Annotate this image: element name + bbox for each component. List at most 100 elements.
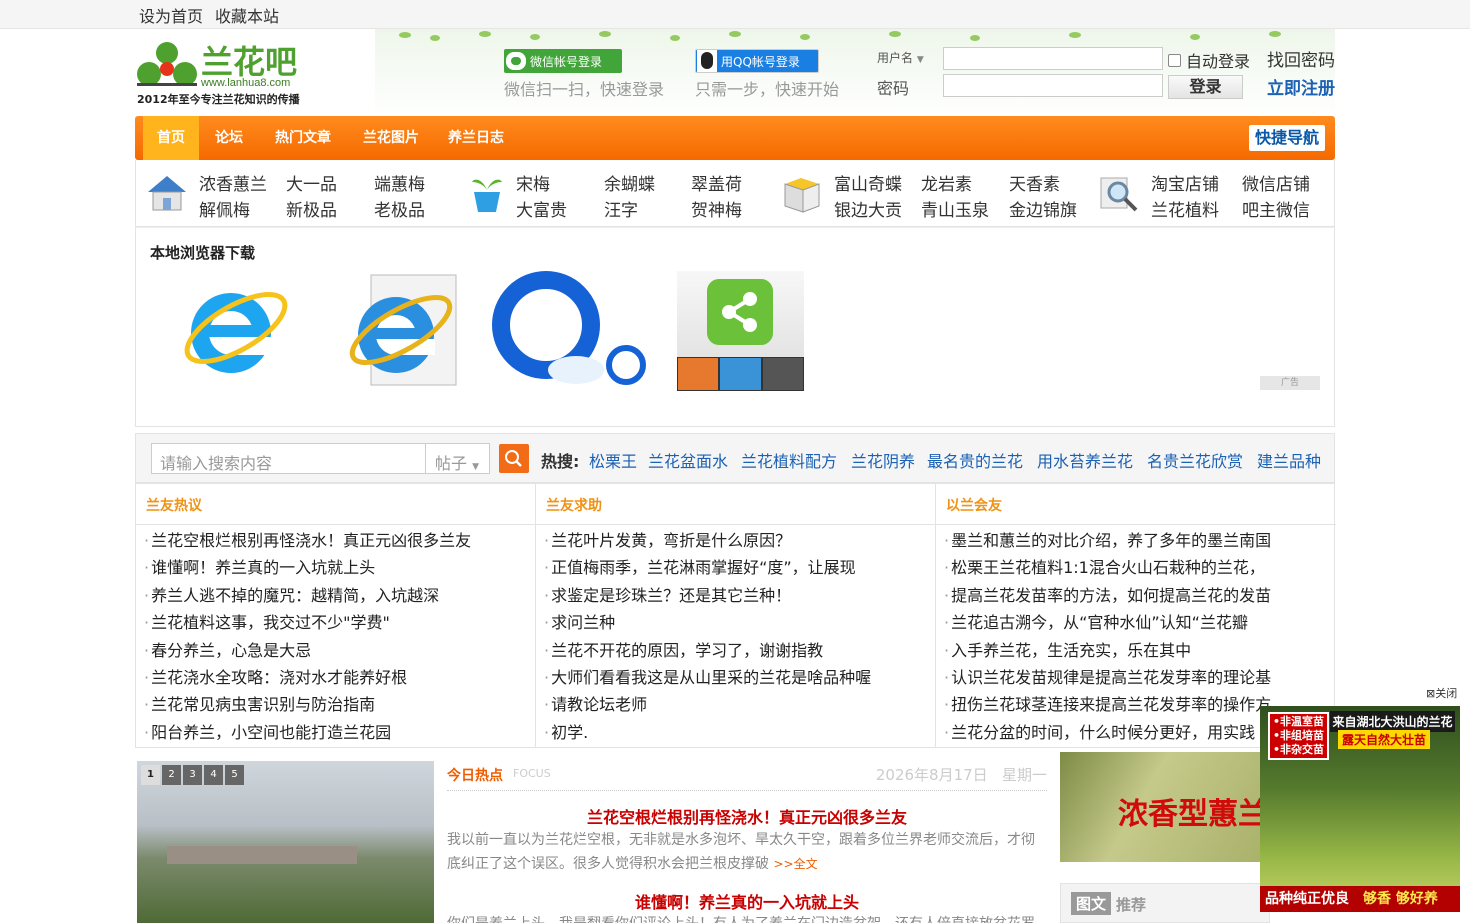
category-link[interactable]: 贺神梅 [691, 196, 742, 221]
site-logo[interactable]: 兰花吧 www.lanhua8.com 2012年至今专注兰花知识的传播 [135, 37, 310, 107]
qq-browser-icon[interactable] [491, 270, 651, 395]
register-link[interactable]: 立即注册 [1267, 74, 1335, 99]
nav-orchid-pictures[interactable]: 兰花图片 [353, 116, 429, 160]
list-item[interactable]: 兰花不开花的原因，学习了，谢谢指教 [544, 637, 935, 664]
category-link[interactable]: 吧主微信 [1242, 196, 1310, 221]
wechat-icon [506, 52, 526, 70]
list-item[interactable]: 谁懂啊！养兰真的一入坑就上头 [144, 554, 535, 581]
find-password-link[interactable]: 找回密码 [1267, 46, 1335, 71]
list-item[interactable]: 阳台养兰，小空间也能打造兰花园 [144, 719, 535, 746]
category-link[interactable]: 汪字 [604, 196, 638, 221]
nav-forum[interactable]: 论坛 [205, 116, 253, 160]
slider-page[interactable]: 5 [225, 765, 244, 785]
read-more-link[interactable]: >>全文 [773, 857, 817, 871]
qq-penguin-icon [697, 50, 717, 72]
category-link[interactable]: 大一品 [286, 170, 337, 195]
hot-keyword-link[interactable]: 松栗王 [589, 448, 637, 472]
category-link[interactable]: 微信店铺 [1242, 170, 1310, 195]
category-link[interactable]: 新极品 [286, 196, 337, 221]
hot-keyword-link[interactable]: 最名贵的兰花 [927, 448, 1023, 472]
column-title[interactable]: 以兰会友 [936, 484, 1336, 525]
category-link[interactable]: 浓香蕙兰 [199, 170, 267, 195]
list-item[interactable]: 养兰人逃不掉的魔咒：越精简，入坑越深 [144, 582, 535, 609]
list-item[interactable]: 入手养兰花，生活充实，乐在其中 [944, 637, 1336, 664]
category-link[interactable]: 淘宝店铺 [1151, 170, 1219, 195]
category-link[interactable]: 老极品 [374, 196, 425, 221]
list-item[interactable]: 兰花叶片发黄，弯折是什么原因？ [544, 527, 935, 554]
category-link[interactable]: 翠盖荷 [691, 170, 742, 195]
list-item[interactable]: 兰花植料这事，我交过不少"学费" [144, 609, 535, 636]
nav-hot-articles[interactable]: 热门文章 [265, 116, 341, 160]
list-item[interactable]: 认识兰花发苗规律是提高兰花发芽率的理论基 [944, 664, 1336, 691]
hot-keyword-link[interactable]: 建兰品种 [1257, 448, 1321, 472]
hot-keyword-link[interactable]: 兰花盆面水 [648, 448, 728, 472]
headline-link[interactable]: 谁懂啊！养兰真的一入坑就上头 [447, 889, 1047, 913]
category-link[interactable]: 龙岩素 [921, 170, 972, 195]
list-item[interactable]: 正值梅雨季，兰花淋雨掌握好“度”，让展现 [544, 554, 935, 581]
list-item[interactable]: 初学. [544, 719, 935, 746]
topic-columns: 兰友热议 兰花空根烂根别再怪浇水！真正元凶很多兰友 谁懂啊！养兰真的一入坑就上头… [135, 483, 1336, 748]
column-title[interactable]: 兰友求助 [536, 484, 935, 525]
category-link[interactable]: 富山奇蝶 [834, 170, 902, 195]
hot-keyword-link[interactable]: 兰花植料配方 [741, 448, 837, 472]
chevron-down-icon: ▼ [472, 462, 480, 472]
list-item[interactable]: 松栗王兰花植料1:1混合火山石栽种的兰花， [944, 554, 1336, 581]
category-link[interactable]: 青山玉泉 [921, 196, 989, 221]
slider-page[interactable]: 4 [204, 765, 223, 785]
username-label[interactable]: 用户名 ▼ [877, 49, 924, 66]
list-item[interactable]: 兰花浇水全攻略：浇对水才能养好根 [144, 664, 535, 691]
bookmark-link[interactable]: 收藏本站 [215, 3, 279, 27]
category-link[interactable]: 银边大贡 [834, 196, 902, 221]
featured-image[interactable]: 浓香型蕙兰 [1060, 752, 1270, 862]
hot-keyword-link[interactable]: 用水苔养兰花 [1037, 448, 1133, 472]
nav-orchid-diary[interactable]: 养兰日志 [441, 116, 511, 160]
list-item[interactable]: 兰花常见病虫害识别与防治指南 [144, 691, 535, 718]
slider-page[interactable]: 3 [183, 765, 202, 785]
ie-browser-icon[interactable] [176, 273, 291, 388]
category-link[interactable]: 金边锦旗 [1009, 196, 1077, 221]
category-link[interactable]: 解佩梅 [199, 196, 250, 221]
list-item[interactable]: 请教论坛老师 [544, 691, 935, 718]
search-button[interactable] [499, 444, 529, 473]
category-link[interactable]: 兰花植料 [1151, 196, 1219, 221]
list-item[interactable]: 兰花追古溯今，从“官种水仙”认知“兰花瓣 [944, 609, 1336, 636]
nav-home[interactable]: 首页 [143, 116, 199, 160]
slider-page[interactable]: 1 [141, 765, 160, 785]
ad-close-button[interactable]: ⊠关闭 [1426, 685, 1457, 701]
auto-login-option[interactable]: 自动登录 [1168, 48, 1250, 72]
quick-nav-button[interactable]: 快捷导航 [1248, 125, 1325, 151]
search-type-select[interactable]: 帖子 ▼ [426, 443, 490, 474]
floating-ad[interactable]: •非温室苗 •非组培苗 •非杂交苗 来自湖北大洪山的兰花 露天自然大壮苗 品种纯… [1260, 706, 1460, 912]
list-item[interactable]: 大师们看看我这是从山里采的兰花是啥品种喔 [544, 664, 935, 691]
login-submit-button[interactable]: 登录 [1168, 75, 1243, 99]
password-input[interactable] [943, 74, 1163, 97]
list-item[interactable]: 墨兰和蕙兰的对比介绍，养了多年的墨兰南国 [944, 527, 1336, 554]
wechat-login-button[interactable]: 微信帐号登录 [504, 49, 622, 73]
category-link[interactable]: 余蝴蝶 [604, 170, 655, 195]
ad-tag[interactable]: 广告 [1260, 376, 1320, 390]
slider-page[interactable]: 2 [162, 765, 181, 785]
hot-keyword-link[interactable]: 名贵兰花欣赏 [1147, 448, 1243, 472]
headline-link[interactable]: 兰花空根烂根别再怪浇水！真正元凶很多兰友 [447, 804, 1047, 828]
auto-login-checkbox[interactable] [1168, 53, 1181, 67]
hot-keyword-link[interactable]: 兰花阴养 [851, 448, 915, 472]
chevron-down-icon: ▼ [916, 55, 924, 65]
username-input[interactable] [943, 47, 1163, 70]
category-link[interactable]: 天香素 [1009, 170, 1060, 195]
image-slider[interactable]: 1 2 3 4 5 [137, 761, 434, 923]
list-item[interactable]: 提高兰花发苗率的方法，如何提高兰花的发苗 [944, 582, 1336, 609]
category-link[interactable]: 大富贵 [516, 196, 567, 221]
ie-document-icon[interactable] [341, 270, 466, 395]
list-item[interactable]: 求鉴定是珍珠兰？还是其它兰种！ [544, 582, 935, 609]
list-item[interactable]: 求问兰种 [544, 609, 935, 636]
set-home-link[interactable]: 设为首页 [139, 3, 203, 27]
category-link[interactable]: 宋梅 [516, 170, 550, 195]
list-item[interactable]: 春分养兰，心急是大忌 [144, 637, 535, 664]
search-input[interactable]: 请输入搜索内容 [151, 443, 426, 474]
column-title[interactable]: 兰友热议 [136, 484, 535, 525]
qq-login-button[interactable]: 用QQ帐号登录 [695, 49, 819, 73]
category-link[interactable]: 端蕙梅 [374, 170, 425, 195]
recommend-label[interactable]: 推荐 [1116, 894, 1146, 915]
share-app-panel[interactable] [677, 271, 804, 391]
list-item[interactable]: 兰花空根烂根别再怪浇水！真正元凶很多兰友 [144, 527, 535, 554]
